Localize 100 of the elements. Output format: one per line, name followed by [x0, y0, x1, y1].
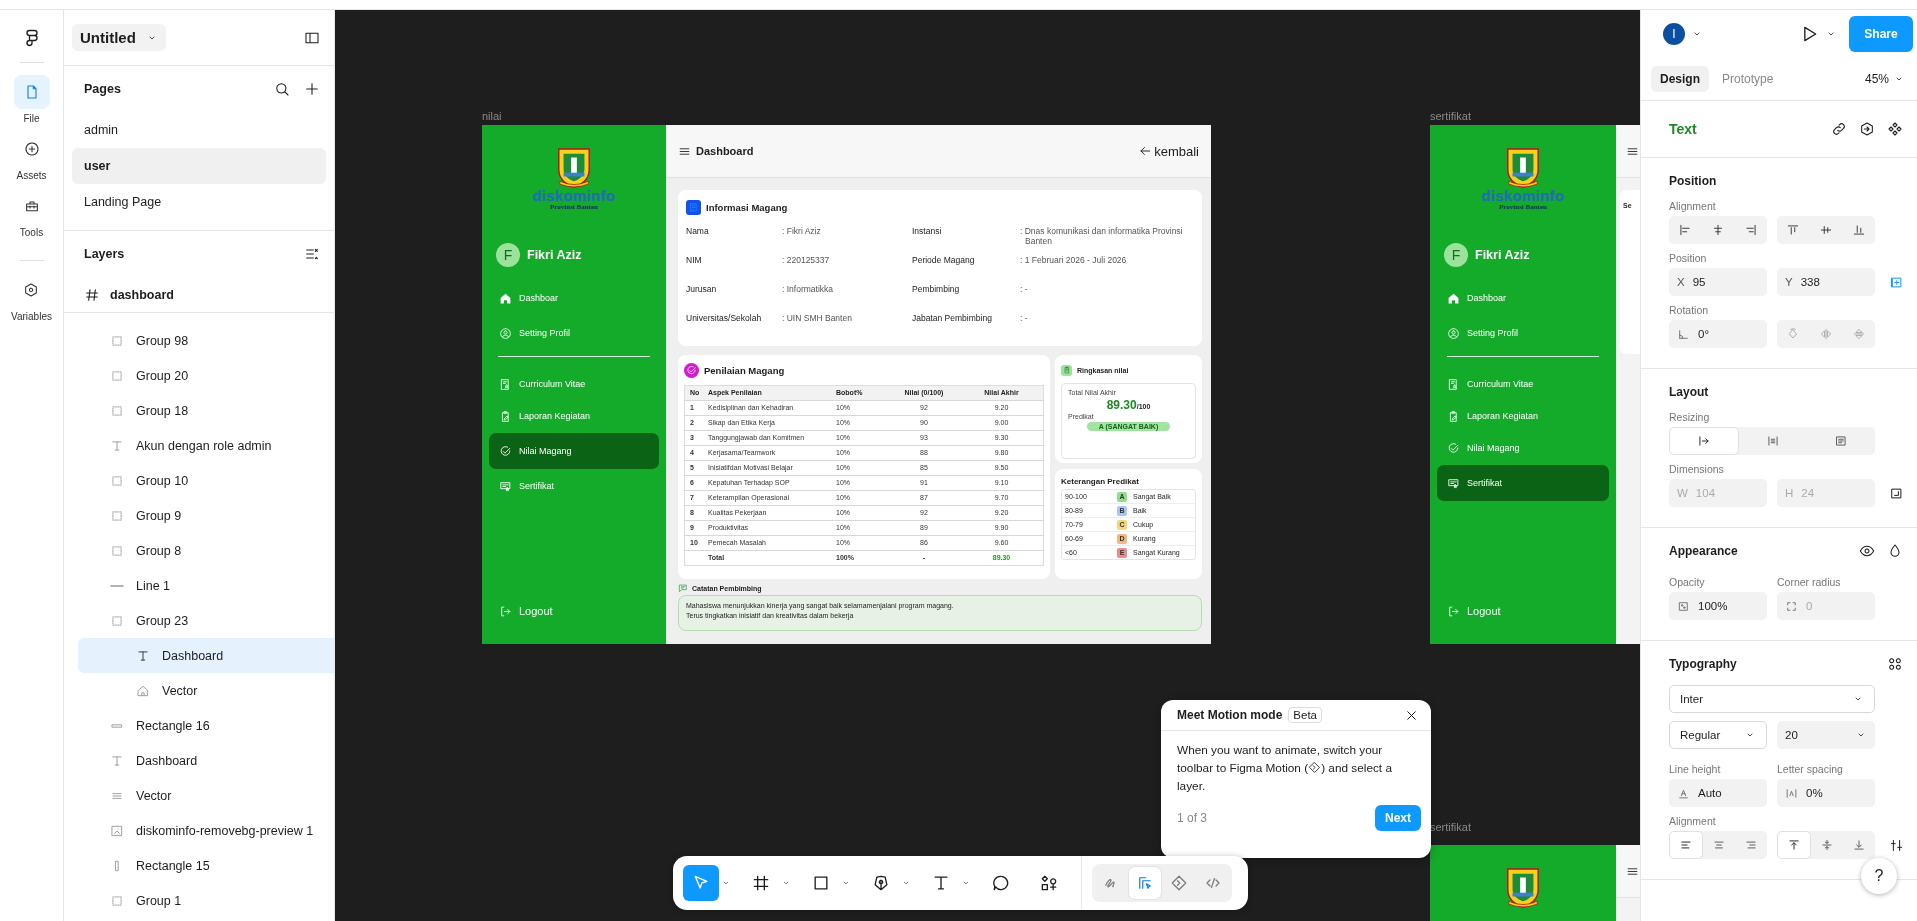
field-label: Position — [1669, 251, 1708, 266]
rail-tab[interactable]: Variables — [11, 273, 52, 322]
link-icon[interactable] — [1831, 121, 1847, 137]
align-icon[interactable] — [1851, 223, 1866, 237]
search-icon[interactable] — [274, 81, 290, 97]
panel-tab[interactable]: Design — [1651, 66, 1709, 92]
hexagon-arrow-icon[interactable] — [1859, 121, 1875, 137]
field-value: : Fikri Aziz — [782, 226, 822, 236]
frame-label[interactable]: sertifikat — [1430, 821, 1471, 833]
layer-item[interactable]: diskominfo-removebg-preview 1 — [78, 813, 334, 848]
layer-item[interactable]: Dashboard — [78, 638, 334, 673]
field-label: Line height — [1669, 762, 1722, 777]
vertical-align-icon[interactable] — [1777, 831, 1811, 859]
component-icon[interactable] — [1887, 121, 1903, 137]
panel-tab[interactable]: Prototype — [1713, 66, 1783, 92]
field-label: Resizing — [1669, 410, 1711, 425]
page-title: Dashboard — [696, 145, 755, 157]
field-label: Alignment — [1669, 814, 1717, 829]
weight-dropdown[interactable]: Regular — [1669, 721, 1767, 749]
user-avatar: F — [496, 243, 520, 267]
design-icon[interactable] — [1129, 867, 1161, 899]
collapse-icon[interactable] — [304, 246, 320, 262]
align-icon[interactable] — [1678, 223, 1693, 237]
check-icon — [684, 362, 699, 378]
rotation-field[interactable]: 0° — [1669, 320, 1767, 348]
align-icon[interactable] — [1786, 223, 1801, 237]
layer-item[interactable]: Group 20 — [78, 358, 334, 393]
opacity-field[interactable]: 100% — [1669, 592, 1767, 620]
emblem-icon — [1504, 145, 1542, 189]
profile-icon — [1447, 326, 1460, 340]
clipboard-icon — [1061, 364, 1072, 376]
eye-icon[interactable] — [1859, 543, 1875, 559]
step-counter: 1 of 3 — [1177, 811, 1209, 825]
logo-text: diskominfo — [532, 189, 616, 203]
letter-spacing-field[interactable]: 0% — [1777, 779, 1875, 807]
page-item[interactable]: Landing Page — [72, 184, 326, 220]
line-height-field[interactable]: Auto — [1669, 779, 1767, 807]
add-icon[interactable] — [304, 81, 320, 97]
hexagon-icon — [23, 282, 40, 298]
field-value: : Informatikka — [782, 284, 835, 294]
field-label: Instansi — [912, 226, 943, 236]
rail-tab[interactable]: Tools — [13, 189, 50, 238]
layer-item[interactable]: Akun dengan role admin — [78, 428, 334, 463]
section-title: Text — [1669, 120, 1697, 139]
layer-item[interactable]: Group 1 — [78, 883, 334, 918]
user-avatar[interactable]: I — [1663, 23, 1685, 45]
y-field[interactable]: Y 338 — [1777, 268, 1875, 296]
nav-item[interactable]: Nilai Magang — [489, 433, 659, 469]
home-icon — [1447, 291, 1460, 305]
info-icon — [686, 199, 701, 215]
corner-radius-icon — [1785, 599, 1798, 613]
layer-item[interactable]: Vector — [78, 778, 334, 813]
arrow-left-icon — [1138, 144, 1153, 158]
align-icon[interactable] — [1743, 223, 1758, 237]
beta-tag: Beta — [1288, 707, 1322, 723]
constraints-icon[interactable] — [1889, 274, 1904, 290]
layer-item[interactable]: Group 98 — [78, 323, 334, 358]
house-icon — [136, 683, 150, 698]
layer-item[interactable]: Group 10 — [78, 463, 334, 498]
document-icon — [499, 377, 512, 391]
layer-item[interactable]: Vector — [78, 673, 334, 708]
rail-tab[interactable]: Assets — [13, 132, 50, 181]
align-icon[interactable] — [1711, 223, 1725, 237]
layer-item[interactable]: dashboard — [64, 277, 334, 313]
page-item[interactable]: user — [72, 148, 326, 184]
font-dropdown[interactable]: Inter — [1669, 685, 1875, 713]
x-field[interactable]: X 95 — [1669, 268, 1767, 296]
frame-label[interactable]: sertifikat — [1430, 110, 1471, 122]
layer-item[interactable]: Rectangle 16 — [78, 708, 334, 743]
logo-text: diskominfo — [1481, 189, 1565, 203]
layer-item[interactable]: Rectangle 15 — [78, 848, 334, 883]
field-label: Jurusan — [686, 284, 718, 294]
layer-item[interactable]: Line 1 — [78, 568, 334, 603]
dashed-square-icon — [110, 543, 124, 558]
layer-item[interactable]: Group 8 — [78, 533, 334, 568]
layer-item[interactable]: Dashboard — [78, 743, 334, 778]
zoom-dropdown[interactable]: 45% — [1864, 72, 1905, 86]
align-icon[interactable] — [1819, 223, 1833, 237]
text-align-icon[interactable] — [1669, 831, 1703, 859]
back-link[interactable]: kembali — [1138, 143, 1199, 159]
file-name-menu[interactable]: Untitled — [72, 24, 166, 51]
frame-label[interactable]: nilai — [482, 110, 502, 122]
layer-item[interactable]: Group 23 — [78, 603, 334, 638]
layer-item[interactable]: Group 9 — [78, 498, 334, 533]
settings-icon[interactable] — [1889, 837, 1904, 853]
field-label: Universitas/Sekolah — [686, 313, 763, 323]
nav-item[interactable]: Sertifikat — [1437, 465, 1609, 501]
resize-icon[interactable] — [1889, 485, 1904, 501]
field-value: : - — [1020, 284, 1029, 294]
section-title: Appearance — [1669, 543, 1738, 560]
drop-icon[interactable] — [1887, 543, 1903, 559]
size-field[interactable]: 20 — [1777, 721, 1875, 749]
opacity-icon — [1677, 599, 1690, 613]
styles-icon[interactable] — [1887, 656, 1903, 672]
dashed-square-icon — [110, 403, 124, 418]
page-item[interactable]: admin — [72, 112, 326, 148]
cursor-icon[interactable] — [683, 865, 719, 901]
help-button[interactable]: ? — [1861, 858, 1897, 894]
layer-item[interactable]: Group 18 — [78, 393, 334, 428]
home-icon — [499, 291, 512, 305]
